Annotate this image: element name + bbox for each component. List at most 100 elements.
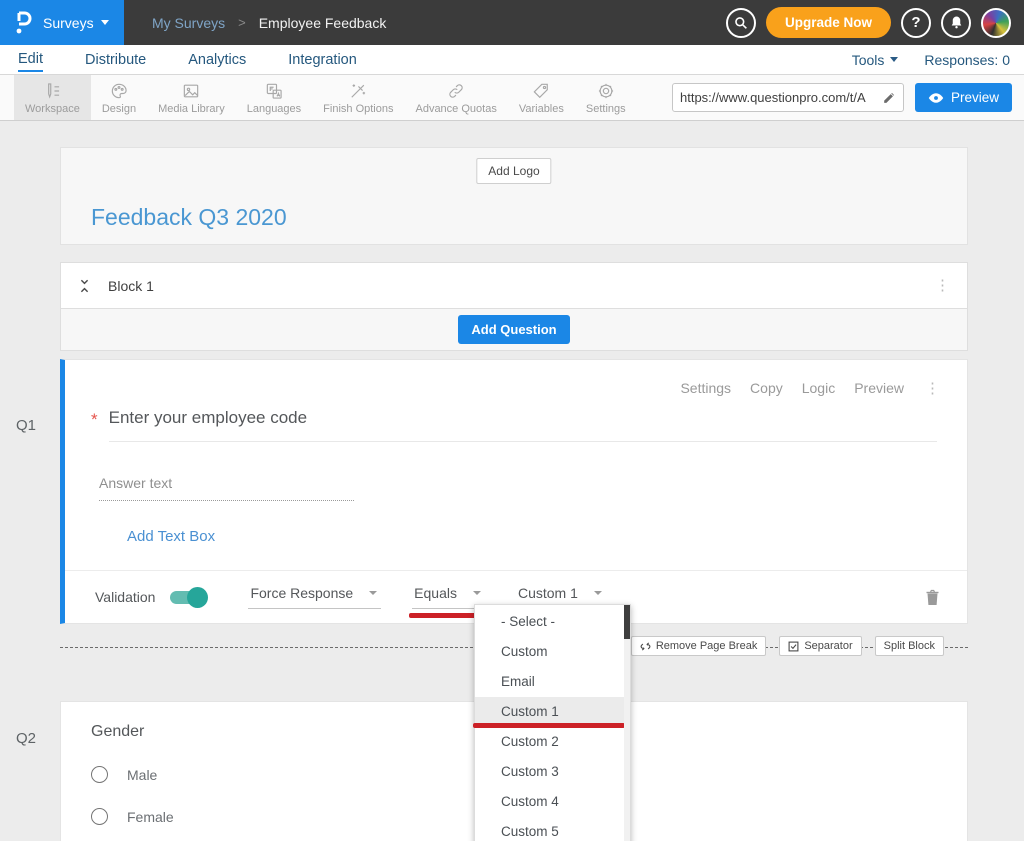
question-text-q1[interactable]: Enter your employee code	[109, 408, 937, 442]
survey-header-card: Add Logo Feedback Q3 2020	[60, 147, 968, 245]
checked-checkbox-icon	[788, 641, 799, 652]
upgrade-now-button[interactable]: Upgrade Now	[766, 7, 891, 38]
force-response-value: Force Response	[250, 585, 353, 601]
media-library-icon	[181, 81, 201, 101]
menu-scrollbar-thumb[interactable]	[624, 605, 630, 639]
menu-item-email[interactable]: Email	[475, 667, 630, 697]
toolbar-item-label: Finish Options	[323, 103, 393, 115]
tag-icon	[531, 81, 551, 101]
force-response-dropdown[interactable]: Force Response	[248, 585, 381, 609]
question-number-q1: Q1	[16, 417, 36, 434]
chevron-down-icon	[369, 591, 377, 595]
remove-page-break-label: Remove Page Break	[656, 640, 758, 652]
add-question-button[interactable]: Add Question	[458, 315, 569, 344]
breadcrumb-my-surveys[interactable]: My Surveys	[152, 15, 225, 31]
breadcrumb-current-survey: Employee Feedback	[259, 15, 387, 31]
chain-links-icon	[446, 81, 466, 101]
toolbar-item-variables[interactable]: Variables	[508, 75, 575, 120]
toolbar-item-label: Advance Quotas	[415, 103, 496, 115]
magic-wand-icon	[348, 81, 368, 101]
tab-distribute[interactable]: Distribute	[85, 48, 146, 71]
tab-analytics[interactable]: Analytics	[188, 48, 246, 71]
validation-toggle[interactable]	[170, 591, 205, 604]
operator-value: Equals	[414, 585, 457, 601]
preview-button[interactable]: Preview	[915, 83, 1012, 112]
toolbar-item-label: Settings	[586, 103, 626, 115]
toolbar-item-settings[interactable]: Settings	[575, 75, 637, 120]
menu-scrollbar[interactable]	[624, 605, 630, 841]
delete-validation-trash-icon[interactable]	[925, 589, 940, 606]
survey-title[interactable]: Feedback Q3 2020	[91, 204, 287, 231]
annotation-underline	[473, 723, 625, 728]
radio-circle-icon[interactable]	[91, 808, 108, 825]
menu-item-custom-3[interactable]: Custom 3	[475, 757, 630, 787]
tab-integration[interactable]: Integration	[288, 48, 357, 71]
toolbar-item-media-library[interactable]: Media Library	[147, 75, 236, 120]
chevron-down-icon	[890, 57, 898, 62]
bell-icon	[949, 15, 964, 30]
question-kebab-menu-icon[interactable]: ⋮	[925, 381, 940, 396]
edit-pencil-icon[interactable]	[882, 91, 896, 105]
preview-label: Preview	[951, 90, 999, 105]
question-logic-link[interactable]: Logic	[802, 380, 835, 396]
toolbar-item-workspace[interactable]: Workspace	[14, 75, 91, 120]
questionpro-logo-icon	[12, 10, 34, 36]
add-question-strip: Add Question	[60, 309, 968, 351]
workspace-icon	[42, 81, 62, 101]
menu-item-custom-4[interactable]: Custom 4	[475, 787, 630, 817]
option-label: Male	[127, 767, 157, 783]
remove-page-break-button[interactable]: Remove Page Break	[631, 636, 767, 656]
chevron-down-icon	[473, 591, 481, 595]
toolbar-item-design[interactable]: Design	[91, 75, 147, 120]
question-card-q1: Settings Copy Logic Preview ⋮ * Enter yo…	[60, 359, 968, 624]
split-block-button[interactable]: Split Block	[875, 636, 944, 656]
toolbar-item-label: Media Library	[158, 103, 225, 115]
broken-link-icon	[640, 641, 651, 652]
user-avatar[interactable]	[981, 8, 1011, 38]
toolbar-item-advance-quotas[interactable]: Advance Quotas	[404, 75, 507, 120]
radio-circle-icon[interactable]	[91, 766, 108, 783]
breadcrumb: My Surveys > Employee Feedback	[152, 15, 386, 31]
search-button[interactable]	[726, 8, 756, 38]
validation-label: Validation	[95, 589, 155, 605]
tab-edit[interactable]: Edit	[18, 47, 43, 72]
question-mark-icon: ?	[911, 14, 920, 31]
block-title[interactable]: Block 1	[108, 278, 154, 294]
tools-label: Tools	[852, 52, 885, 68]
block-kebab-menu-icon[interactable]: ⋮	[935, 278, 950, 293]
editor-toolbar: Workspace Design Media Library Languages…	[0, 75, 1024, 121]
survey-url-field[interactable]: https://www.questionpro.com/t/A	[672, 83, 904, 112]
responses-count[interactable]: Responses: 0	[924, 52, 1010, 68]
gear-icon	[596, 81, 616, 101]
menu-item-custom-5[interactable]: Custom 5	[475, 817, 630, 841]
question-preview-link[interactable]: Preview	[854, 380, 904, 396]
menu-item-custom-2[interactable]: Custom 2	[475, 727, 630, 757]
question-settings-link[interactable]: Settings	[680, 380, 731, 396]
toolbar-item-finish-options[interactable]: Finish Options	[312, 75, 404, 120]
app-switcher[interactable]: Surveys	[0, 0, 124, 45]
eye-icon	[928, 92, 944, 104]
toolbar-item-label: Variables	[519, 103, 564, 115]
question-copy-link[interactable]: Copy	[750, 380, 783, 396]
add-text-box-link[interactable]: Add Text Box	[127, 528, 215, 545]
main-nav: Edit Distribute Analytics Integration To…	[0, 45, 1024, 75]
toolbar-item-languages[interactable]: Languages	[236, 75, 312, 120]
answer-text-input[interactable]: Answer text	[99, 475, 354, 501]
menu-item-custom[interactable]: Custom	[475, 637, 630, 667]
languages-icon	[264, 81, 284, 101]
survey-url-text: https://www.questionpro.com/t/A	[680, 90, 882, 105]
app-menu-label: Surveys	[43, 15, 94, 31]
question-number-q2: Q2	[16, 730, 36, 747]
collapse-block-icon[interactable]	[78, 278, 91, 294]
search-icon	[733, 15, 749, 31]
menu-item-select[interactable]: - Select -	[475, 607, 630, 637]
tools-menu[interactable]: Tools	[852, 52, 899, 68]
breadcrumb-separator: >	[238, 15, 246, 30]
header-actions: Upgrade Now ?	[726, 7, 1024, 38]
notifications-button[interactable]	[941, 8, 971, 38]
add-logo-button[interactable]: Add Logo	[476, 158, 551, 184]
help-button[interactable]: ?	[901, 8, 931, 38]
separator-button[interactable]: Separator	[779, 636, 861, 656]
block-header: Block 1 ⋮	[60, 262, 968, 309]
validation-value: Custom 1	[518, 585, 578, 601]
